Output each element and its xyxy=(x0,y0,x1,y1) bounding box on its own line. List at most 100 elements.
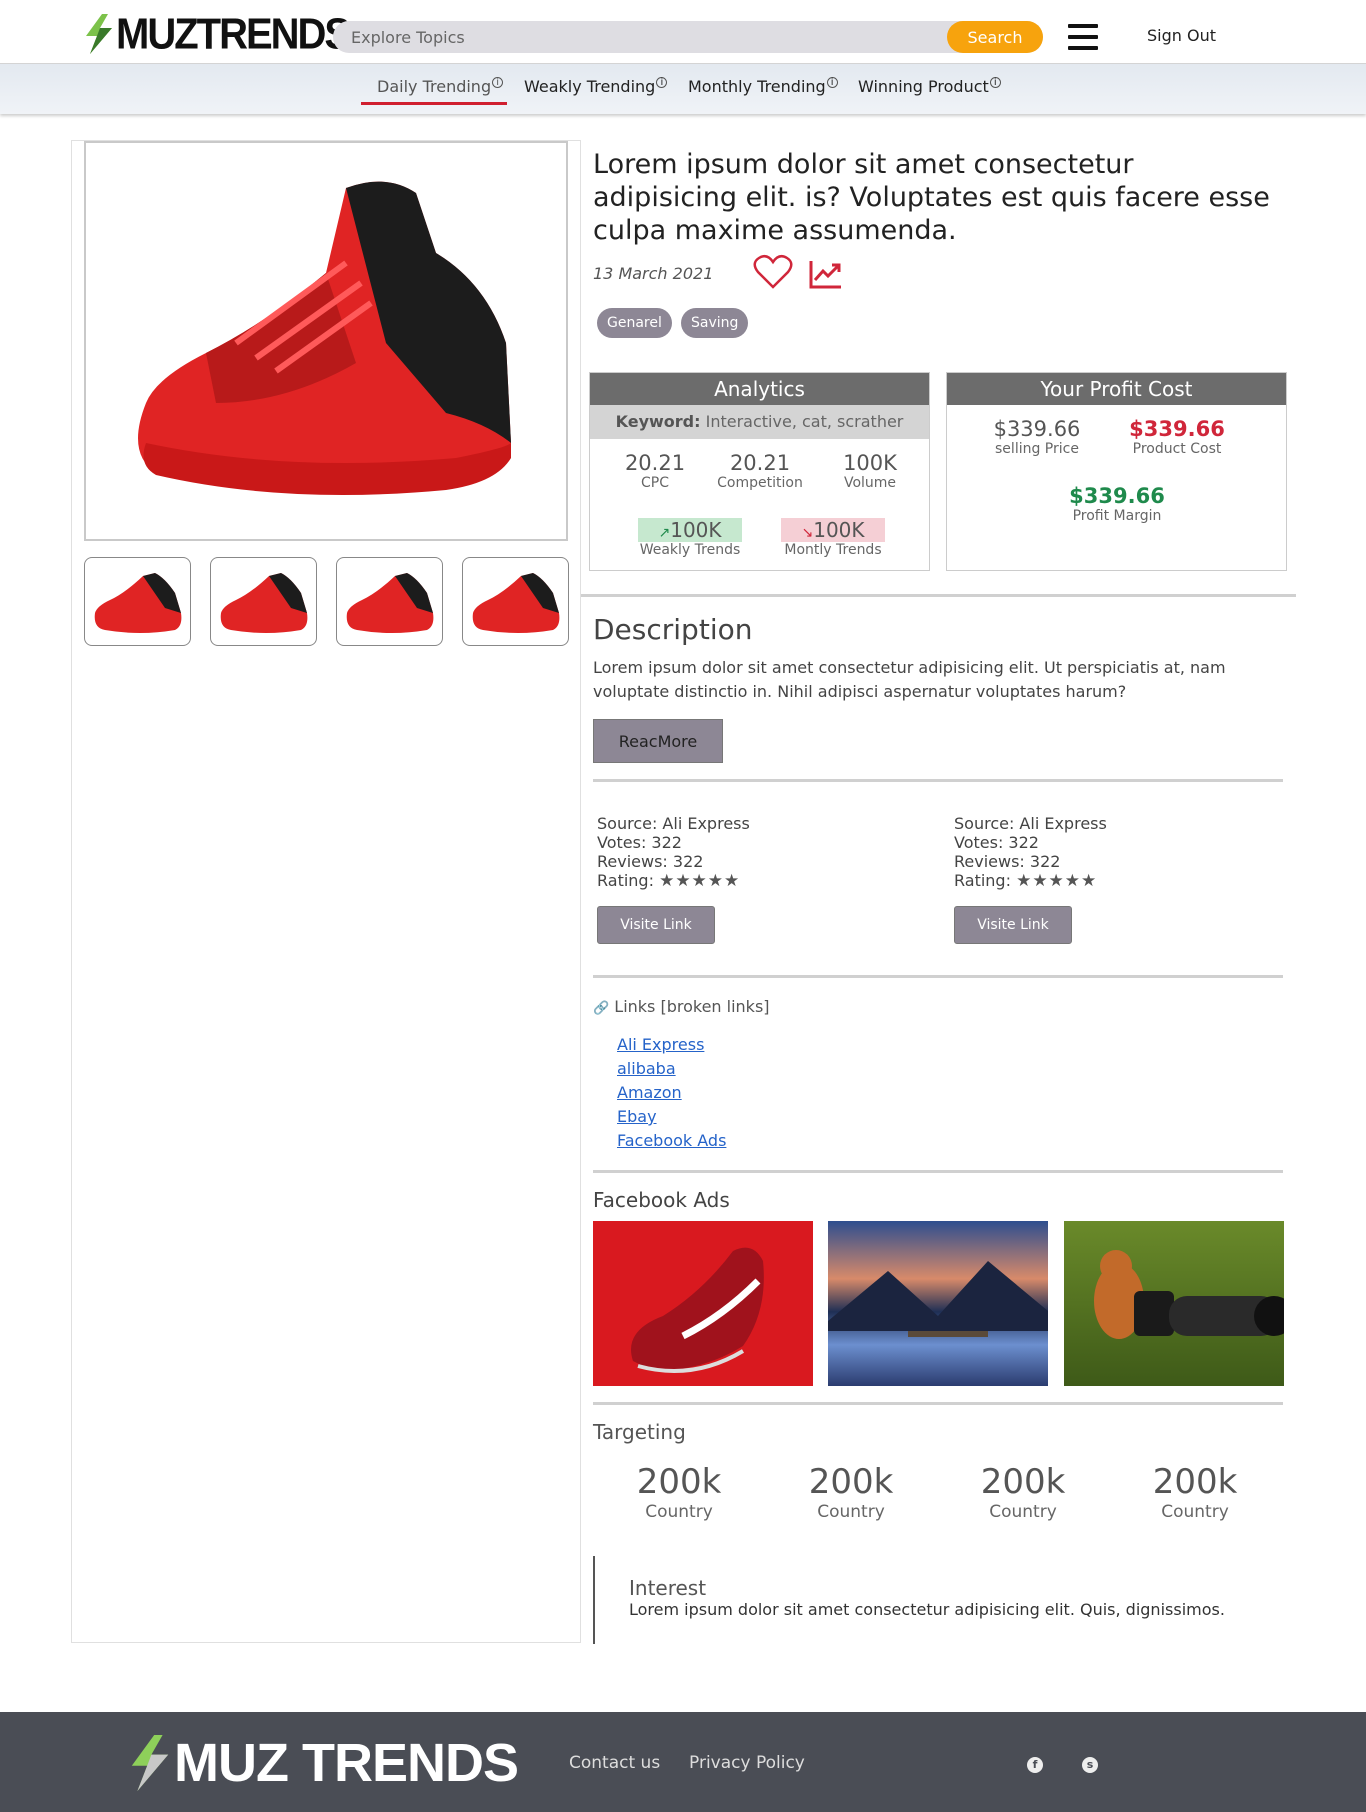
section-divider xyxy=(593,1402,1283,1405)
facebook-ad-image[interactable] xyxy=(828,1221,1048,1386)
competition-label: Competition xyxy=(717,475,803,491)
facebook-ad-image[interactable] xyxy=(1064,1221,1284,1386)
cpc-label: CPC xyxy=(641,475,669,491)
product-date: 13 March 2021 xyxy=(593,264,714,283)
monthly-trends-label: Montly Trends xyxy=(784,542,882,558)
section-divider xyxy=(593,975,1283,978)
brand-logo[interactable]: MUZTRENDS xyxy=(84,9,351,58)
product-title: Lorem ipsum dolor sit amet consectetur a… xyxy=(593,149,1270,246)
link-ebay[interactable]: Ebay xyxy=(617,1107,657,1126)
monthly-trends-metric: ↘100K Montly Trends xyxy=(773,518,893,558)
facebook-ads-heading: Facebook Ads xyxy=(593,1188,730,1212)
link-alibaba[interactable]: alibaba xyxy=(617,1059,676,1078)
search-input[interactable] xyxy=(351,21,911,53)
links-list: Ali Express alibaba Amazon Ebay Facebook… xyxy=(617,1033,726,1153)
profit-cost-title: Your Profit Cost xyxy=(947,373,1286,405)
star-rating-icon: ★★★★★ xyxy=(1016,871,1098,891)
weekly-trends-label: Weakly Trends xyxy=(639,542,741,558)
tag-badge[interactable]: Genarel xyxy=(597,308,672,338)
lightning-logo-icon xyxy=(86,14,112,54)
targeting-stat: 200k Country xyxy=(808,1462,894,1522)
description-heading: Description xyxy=(593,613,753,646)
product-thumbnail[interactable] xyxy=(462,557,569,646)
targeting-stat: 200k Country xyxy=(636,1462,722,1522)
trending-down-arrow-icon: ↘ xyxy=(801,525,814,541)
heart-icon[interactable] xyxy=(753,254,793,290)
keyword-row: Keyword: Interactive, cat, scrather xyxy=(590,405,929,439)
sneaker-image xyxy=(138,181,511,495)
monthly-trends-value: ↘100K xyxy=(781,518,885,542)
contact-us-link[interactable]: Contact us xyxy=(569,1753,660,1773)
section-divider xyxy=(593,779,1283,782)
product-thumbnail[interactable] xyxy=(336,557,443,646)
source-votes: Votes: 322 xyxy=(954,833,1039,852)
profit-margin-label: Profit Margin xyxy=(1072,508,1162,524)
brand-logo-text: MUZTRENDS xyxy=(116,9,351,58)
targeting-heading: Targeting xyxy=(593,1420,686,1444)
lightning-logo-icon xyxy=(131,1735,169,1791)
privacy-policy-link[interactable]: Privacy Policy xyxy=(689,1753,805,1773)
info-icon: i xyxy=(656,77,668,88)
source-block: Source: Ali Express Votes: 322 Reviews: … xyxy=(597,814,750,891)
keyword-label: Keyword: xyxy=(615,412,701,431)
competition-value: 20.21 xyxy=(729,451,791,475)
cpc-value: 20.21 xyxy=(624,451,686,475)
weekly-trends-metric: ↗100K Weakly Trends xyxy=(630,518,750,558)
link-icon: 🔗 xyxy=(593,1001,610,1016)
description-text: Lorem ipsum dolor sit amet consectetur a… xyxy=(593,658,1226,701)
section-divider xyxy=(593,1170,1283,1173)
star-rating-icon: ★★★★★ xyxy=(659,871,741,891)
profit-margin-value: $339.66 xyxy=(1069,484,1165,508)
info-icon: i xyxy=(989,77,1001,88)
product-main-image[interactable] xyxy=(84,141,568,541)
source-rating: Rating: ★★★★★ xyxy=(954,871,1098,891)
visit-link-button[interactable]: Visite Link xyxy=(597,906,715,944)
menu-icon[interactable] xyxy=(1068,24,1098,50)
interest-heading: Interest xyxy=(629,1576,707,1600)
sign-out-link[interactable]: Sign Out xyxy=(1147,26,1216,45)
read-more-button[interactable]: ReacMore xyxy=(593,719,723,763)
search-bar: Search xyxy=(333,21,1043,53)
trending-tabs: Daily Trending i Weakly Trending i Monthly… xyxy=(0,64,1366,114)
visit-link-button[interactable]: Visite Link xyxy=(954,906,1072,944)
profit-margin-metric: $339.66 Profit Margin xyxy=(1057,484,1177,524)
link-facebook-ads[interactable]: Facebook Ads xyxy=(617,1131,726,1150)
trending-up-arrow-icon: ↗ xyxy=(658,525,671,541)
tab-weakly-trending[interactable]: Weakly Trending i xyxy=(524,77,668,96)
tab-monthly-trending[interactable]: Monthly Trending i xyxy=(688,77,838,96)
active-tab-indicator xyxy=(361,102,507,105)
interest-block: Interest Lorem ipsum dolor sit amet cons… xyxy=(593,1556,1253,1644)
analytics-title: Analytics xyxy=(590,373,929,405)
product-thumbnail[interactable] xyxy=(84,557,191,646)
links-heading: 🔗 Links [broken links] xyxy=(593,997,770,1016)
source-votes: Votes: 322 xyxy=(597,833,682,852)
profit-cost-card: Your Profit Cost $339.66 selling Price $3… xyxy=(946,372,1287,571)
search-button[interactable]: Search xyxy=(947,21,1043,53)
cpc-metric: 20.21 CPC xyxy=(610,451,700,491)
section-divider xyxy=(581,594,1296,597)
source-name: Source: Ali Express xyxy=(954,814,1107,833)
product-cost-label: Product Cost xyxy=(1132,441,1222,457)
link-ali-express[interactable]: Ali Express xyxy=(617,1035,704,1054)
footer-logo[interactable]: MUZ TRENDS xyxy=(128,1732,519,1794)
top-header: MUZTRENDS Search Sign Out xyxy=(0,0,1366,64)
tag-badge[interactable]: Saving xyxy=(681,308,749,338)
footer-logo-text: MUZ TRENDS xyxy=(174,1733,519,1793)
tab-daily-trending[interactable]: Daily Trending i xyxy=(377,77,504,96)
tab-winning-product[interactable]: Winning Product i xyxy=(858,77,1001,96)
targeting-stat: 200k Country xyxy=(980,1462,1066,1522)
product-thumbnail[interactable] xyxy=(210,557,317,646)
trending-up-icon[interactable] xyxy=(808,258,844,290)
facebook-ad-image[interactable] xyxy=(593,1221,813,1386)
competition-metric: 20.21 Competition xyxy=(705,451,815,491)
volume-metric: 100K Volume xyxy=(825,451,915,491)
skype-icon[interactable]: s xyxy=(1082,1757,1098,1773)
source-block: Source: Ali Express Votes: 322 Reviews: … xyxy=(954,814,1107,891)
link-amazon[interactable]: Amazon xyxy=(617,1083,682,1102)
selling-price-value: $339.66 xyxy=(993,417,1081,441)
info-icon: i xyxy=(826,77,838,88)
facebook-icon[interactable]: f xyxy=(1027,1757,1043,1773)
selling-price-label: selling Price xyxy=(995,441,1079,457)
interest-text: Lorem ipsum dolor sit amet consectetur a… xyxy=(629,1600,1225,1619)
keyword-value: Interactive, cat, scrather xyxy=(705,412,904,431)
